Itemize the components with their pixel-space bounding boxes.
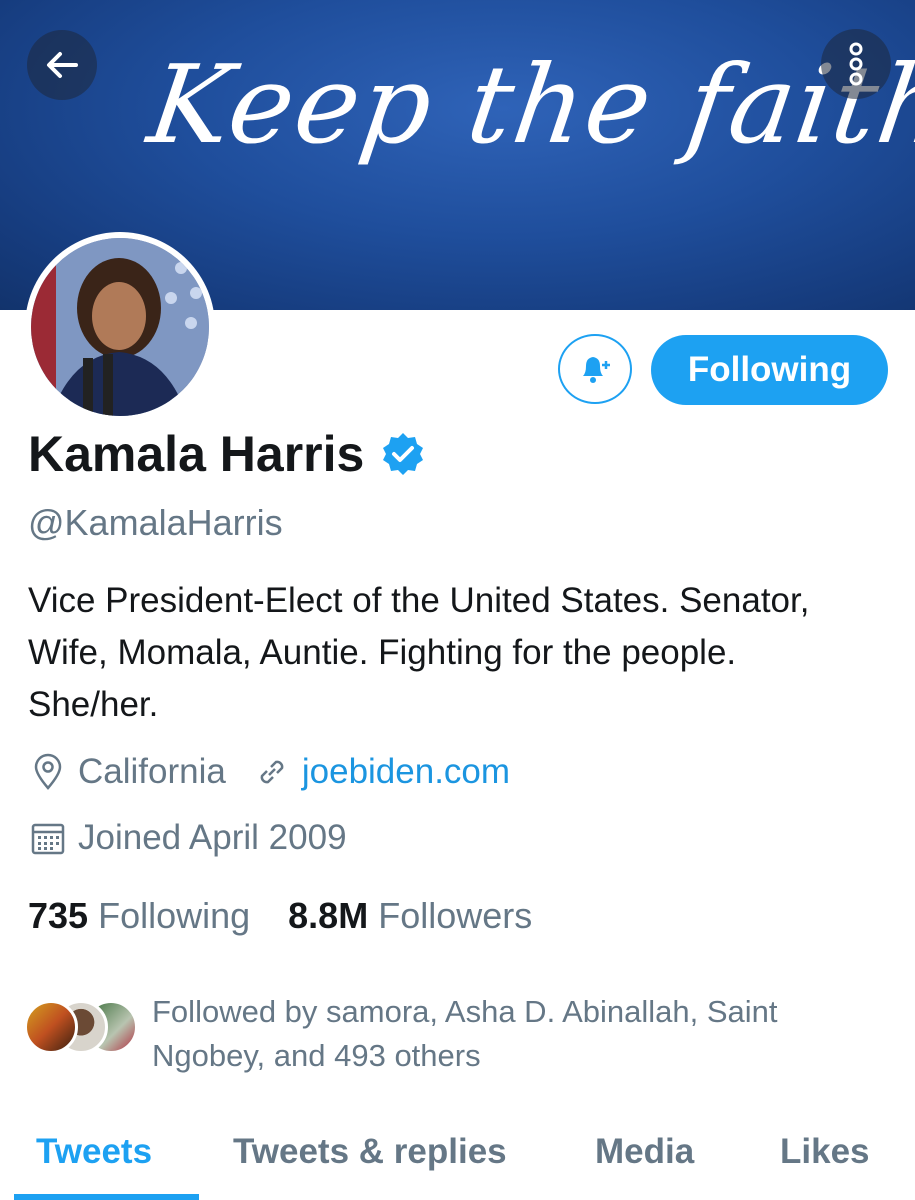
followed-by-line: Followed by samora, Asha D. Abinallah, S…	[152, 994, 778, 1029]
user-handle: @KamalaHarris	[28, 502, 283, 543]
following-label: Following	[98, 895, 251, 936]
arrow-left-icon	[47, 52, 78, 78]
verified-badge-icon	[383, 433, 424, 475]
followed-by-row[interactable]: Followed by samora, Asha D. Abinallah, S…	[24, 990, 852, 1078]
joined-row: Joined April 2009	[28, 818, 347, 858]
location-website-row: California joebiden.com	[28, 752, 510, 792]
followed-by-line: Ngobey, and 493 others	[152, 1038, 481, 1073]
location-text: California	[78, 752, 226, 791]
bell-plus-icon	[583, 357, 610, 383]
followed-by-text: Followed by samora, Asha D. Abinallah, S…	[152, 990, 852, 1078]
location-pin-icon	[34, 753, 62, 790]
active-tab-indicator	[14, 1194, 199, 1200]
more-options-button[interactable]	[821, 29, 891, 99]
followers-stat[interactable]: 8.8M Followers	[288, 895, 532, 937]
more-vertical-icon	[849, 42, 863, 86]
tab-tweets-replies[interactable]: Tweets & replies	[233, 1132, 507, 1172]
follow-stats: 735 Following 8.8M Followers	[28, 895, 532, 937]
name-row: Kamala Harris	[28, 425, 426, 483]
display-name: Kamala Harris	[28, 426, 365, 482]
tab-media[interactable]: Media	[595, 1132, 694, 1172]
website-link[interactable]: joebiden.com	[302, 752, 510, 792]
link-icon	[260, 760, 284, 784]
profile-tabs: Tweets Tweets & replies Media Likes	[0, 1120, 915, 1200]
profile-avatar[interactable]	[25, 232, 215, 422]
banner-script-text: Keep the faith!	[141, 43, 915, 168]
bio-line: Wife, Momala, Auntie. Fighting for the p…	[28, 633, 737, 672]
tab-likes[interactable]: Likes	[780, 1132, 870, 1172]
followers-count: 8.8M	[288, 895, 369, 936]
following-count: 735	[28, 895, 89, 936]
profile-bio: Vice President-Elect of the United State…	[28, 575, 898, 731]
bio-line: She/her.	[28, 685, 159, 724]
notifications-button[interactable]	[558, 334, 632, 404]
avatar-portrait	[31, 238, 209, 416]
back-button[interactable]	[27, 30, 97, 100]
calendar-icon	[31, 823, 65, 855]
joined-date: Joined April 2009	[78, 818, 347, 857]
followers-label: Followers	[378, 895, 533, 936]
tab-tweets[interactable]: Tweets	[36, 1132, 152, 1172]
following-button[interactable]: Following	[651, 335, 888, 405]
follower-avatar	[24, 1000, 78, 1054]
followed-by-avatars	[24, 990, 144, 1054]
avatar-photo	[31, 238, 209, 416]
bio-line: Vice President-Elect of the United State…	[28, 581, 810, 620]
following-stat[interactable]: 735 Following	[28, 895, 250, 937]
